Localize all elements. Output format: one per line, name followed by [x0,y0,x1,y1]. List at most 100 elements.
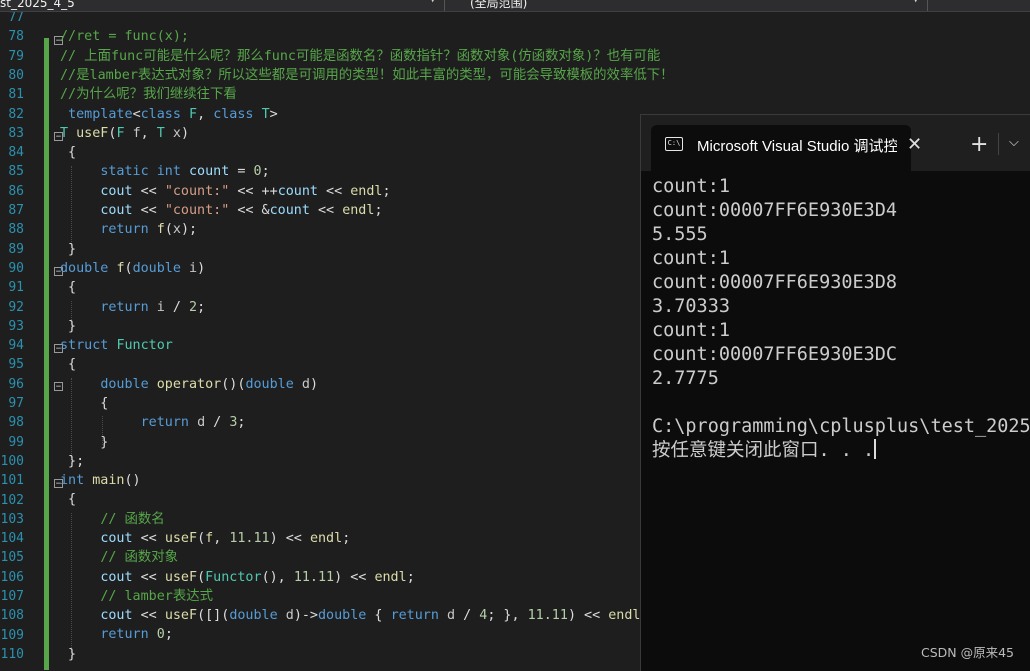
code-line-95: { [60,357,77,372]
navigation-bar: st_2025_4_5 ▾ (全局范围) ▾ [0,0,1030,12]
code-line-84: { [60,145,77,160]
output-line: 3.70333 [652,296,730,317]
code-line-82: template<class F, class T> [68,107,278,122]
output-line: count:1 [652,320,730,341]
code-line-81: //为什么呢？我们继续往下看 [60,85,237,104]
line-number: 93 [8,318,24,334]
string-literal: "count:" [164,203,230,218]
terminal-icon: C:\ [665,137,683,151]
line-number: 91 [8,280,24,296]
line-number: 101 [0,473,24,489]
line-number: 96 [8,376,24,392]
divider [998,133,999,155]
close-icon[interactable]: ✕ [907,134,922,155]
code-line-88: return f(x); [100,222,198,237]
line-number: 104 [0,531,24,547]
console-output: count:1 count:00007FF6E930E3D4 5.555 count:… [652,175,1030,463]
divider [927,0,928,11]
code-line-100: }; [60,454,85,469]
line-number: 82 [8,106,24,122]
code-line-85: static int count = 0; [100,164,270,179]
comment: // 函数名 [100,512,165,527]
line-number: 89 [8,241,24,257]
output-line: count:1 [652,176,730,197]
output-line: count:00007FF6E930E3D4 [652,200,898,221]
comment: //ret = func(x); [60,29,189,44]
line-number: 88 [8,222,24,238]
comment: //为什么呢？我们继续往下看 [60,87,237,102]
code-line-94: struct Functor [60,338,173,353]
code-line-96: double operator()(double d) [100,377,318,392]
line-number: 107 [0,589,24,604]
output-line: 5.555 [652,224,708,245]
code-line-87: cout << "count:" << &count << endl; [100,203,383,218]
line-number: 84 [8,145,24,161]
console-tab[interactable]: C:\ Microsoft Visual Studio 调试控 [651,125,911,171]
code-line-89: } [60,242,77,257]
code-line-104: cout << useF(f, 11.11) << endl; [100,531,351,546]
line-number: 77 [8,12,24,25]
string-literal: "count:" [164,184,230,199]
line-number: 105 [0,550,24,566]
line-number: 86 [8,183,24,199]
prompt-text: 按任意键关闭此窗口. . . [652,440,875,461]
chevron-down-icon[interactable]: ⌵ [1009,135,1019,150]
code-line-107: // lamber表达式 [60,587,213,606]
line-number: 95 [8,357,24,373]
code-line-108: cout << useF([](double d)->double { retu… [100,608,648,623]
output-line: ​ [652,391,1030,415]
debug-console-window[interactable]: C:\ Microsoft Visual Studio 调试控 ✕ + ⌵ co… [640,114,1030,671]
code-line-92: return i / 2; [100,300,206,315]
text-cursor [874,439,877,459]
comment: // 上面func可能是什么呢？那么func可能是函数名？函数指针？函数对象(仿… [60,49,661,64]
code-line-97: { [60,396,109,411]
code-line-79: // 上面func可能是什么呢？那么func可能是函数名？函数指针？函数对象(仿… [60,47,660,66]
line-number: 78 [8,29,24,45]
code-line-78: //ret = func(x); [60,27,189,46]
output-line: 2.7775 [652,368,719,389]
code-line-91: { [60,280,77,295]
line-number: 103 [0,511,24,527]
code-line-99: } [60,435,109,450]
code-line-90: double f(double i) [60,261,206,276]
output-line: count:00007FF6E930E3D8 [652,272,898,293]
code-line-105: // 函数对象 [60,548,178,567]
line-number: 110 [0,646,24,662]
comment: // 函数对象 [100,550,179,565]
code-line-83: T useF(F f, T x) [60,126,189,141]
console-titlebar: C:\ Microsoft Visual Studio 调试控 ✕ + ⌵ [641,115,1030,171]
line-number: 99 [8,434,24,450]
new-tab-button[interactable]: + [970,132,988,157]
line-number: 98 [8,415,24,431]
line-number: 97 [8,396,24,411]
watermark: CSDN @原来45 [920,645,1014,660]
comment: //是lamber表达式对象？所以这些都是可调用的类型！如此丰富的类型，可能会导… [60,68,674,83]
code-line-102: { [60,492,77,507]
code-line-80: //是lamber表达式对象？所以这些都是可调用的类型！如此丰富的类型，可能会导… [60,66,674,85]
project-dropdown[interactable]: st_2025_4_5 [0,0,75,11]
code-line-93: } [60,319,77,334]
line-number: 79 [8,48,24,64]
line-number: 80 [8,67,24,83]
line-number: 102 [0,492,24,508]
line-number: 108 [0,608,24,624]
comment: // lamber表达式 [100,589,214,604]
code-line-101: int main() [60,473,141,488]
scope-dropdown[interactable]: (全局范围) [470,0,527,11]
line-number: 92 [8,299,24,315]
line-number: 90 [8,260,24,276]
change-tracking-bar [44,38,49,670]
code-line-98: return d / 3; [140,415,246,430]
tab-title: Microsoft Visual Studio 调试控 [697,138,897,155]
line-number: 85 [8,164,24,180]
line-number: 94 [8,338,24,354]
chevron-down-icon[interactable]: ▾ [430,0,435,6]
code-line-110: } [60,647,77,662]
chevron-down-icon[interactable]: ▾ [913,0,918,6]
output-line: count:00007FF6E930E3DC [652,344,898,365]
code-line-109: return 0; [100,627,173,642]
divider [444,0,445,11]
line-number: 87 [8,203,24,218]
line-number: 81 [8,87,24,103]
line-number: 109 [0,627,24,643]
